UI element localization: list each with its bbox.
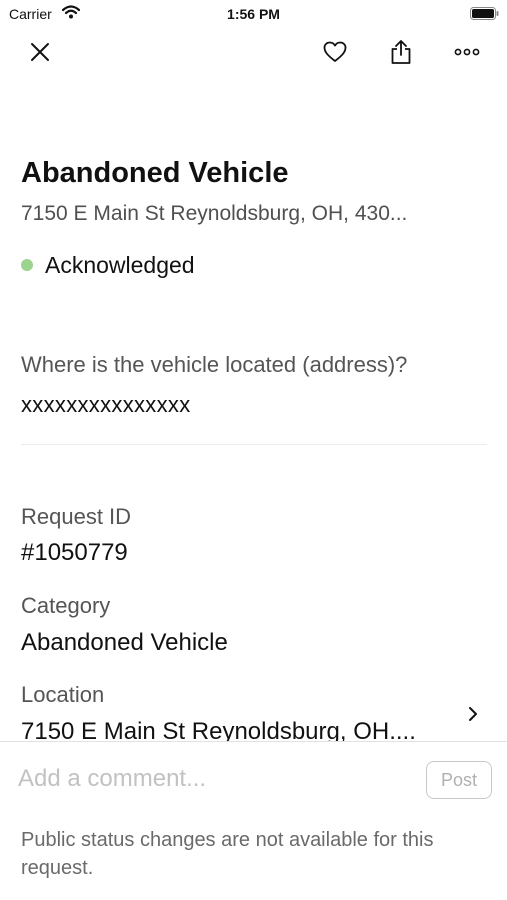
share-button[interactable] [385,36,417,68]
section-divider [21,444,487,445]
chevron-right-icon [469,707,477,721]
location-row[interactable]: Location 7150 E Main St Reynoldsburg, OH… [0,680,507,745]
category-value: Abandoned Vehicle [21,629,228,656]
status-label: Acknowledged [45,251,195,278]
more-button[interactable] [451,36,483,68]
post-button[interactable]: Post [426,761,492,799]
request-id-label: Request ID [21,504,132,529]
status-notice: Public status changes are not available … [21,829,434,879]
close-button[interactable] [24,36,56,68]
request-id-value: #1050779 [21,539,128,566]
question-label: Where is the vehicle located (address)? [21,352,408,377]
status-bar: Carrier 1:56 PM [0,0,507,28]
comment-bar: Post Public status changes are not avail… [0,741,507,900]
request-detail-screen: Carrier 1:56 PM Abandoned Vehicle 7150 E… [0,0,507,900]
status-badge: Acknowledged [21,251,195,279]
share-icon [391,40,411,64]
more-icon [454,48,480,56]
status-dot-icon [21,259,33,271]
question-answer: xxxxxxxxxxxxxxx [21,392,191,417]
battery-icon [470,7,499,20]
page-title: Abandoned Vehicle [21,157,289,189]
heart-icon [323,41,347,62]
close-icon [31,43,49,61]
request-address: 7150 E Main St Reynoldsburg, OH, 430... [21,202,408,225]
clock: 1:56 PM [227,6,280,22]
location-label: Location [21,682,105,707]
category-label: Category [21,593,111,618]
comment-input[interactable] [18,762,413,796]
favorite-button[interactable] [319,36,351,68]
